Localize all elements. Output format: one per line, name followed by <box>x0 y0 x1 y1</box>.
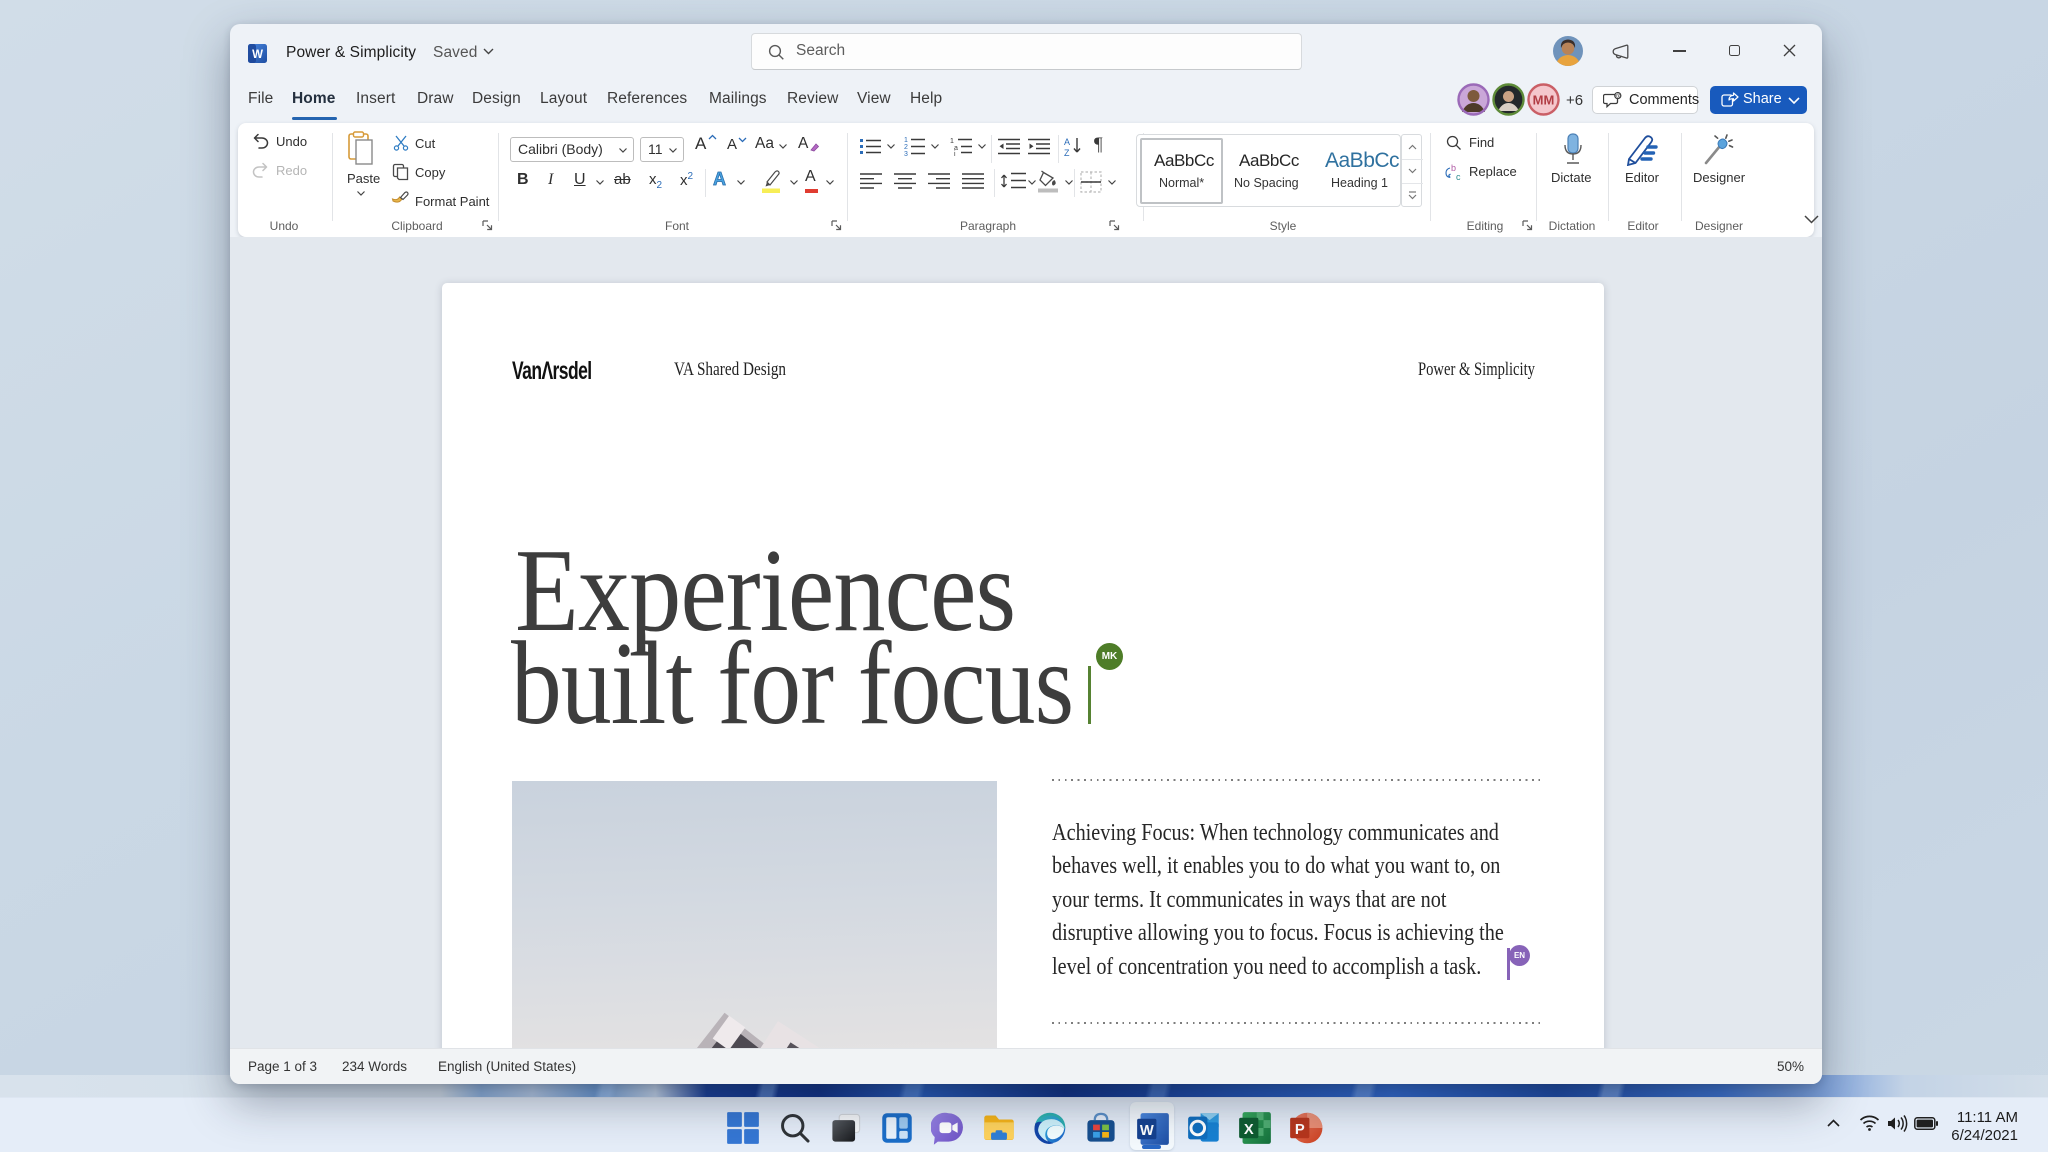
svg-text:X: X <box>1244 1122 1254 1138</box>
svg-text:c: c <box>1456 172 1461 181</box>
svg-text:Z: Z <box>1064 148 1070 157</box>
svg-text:W: W <box>252 49 263 61</box>
svg-text:MM: MM <box>1533 93 1555 108</box>
svg-text:3: 3 <box>904 151 908 156</box>
svg-text:@: @ <box>1615 94 1621 100</box>
svg-text:2: 2 <box>904 144 908 151</box>
svg-text:P: P <box>1295 1122 1305 1138</box>
svg-text:A: A <box>1064 137 1070 147</box>
svg-text:1: 1 <box>904 137 908 144</box>
svg-text:1: 1 <box>950 138 954 145</box>
svg-text:W: W <box>1140 1123 1154 1139</box>
